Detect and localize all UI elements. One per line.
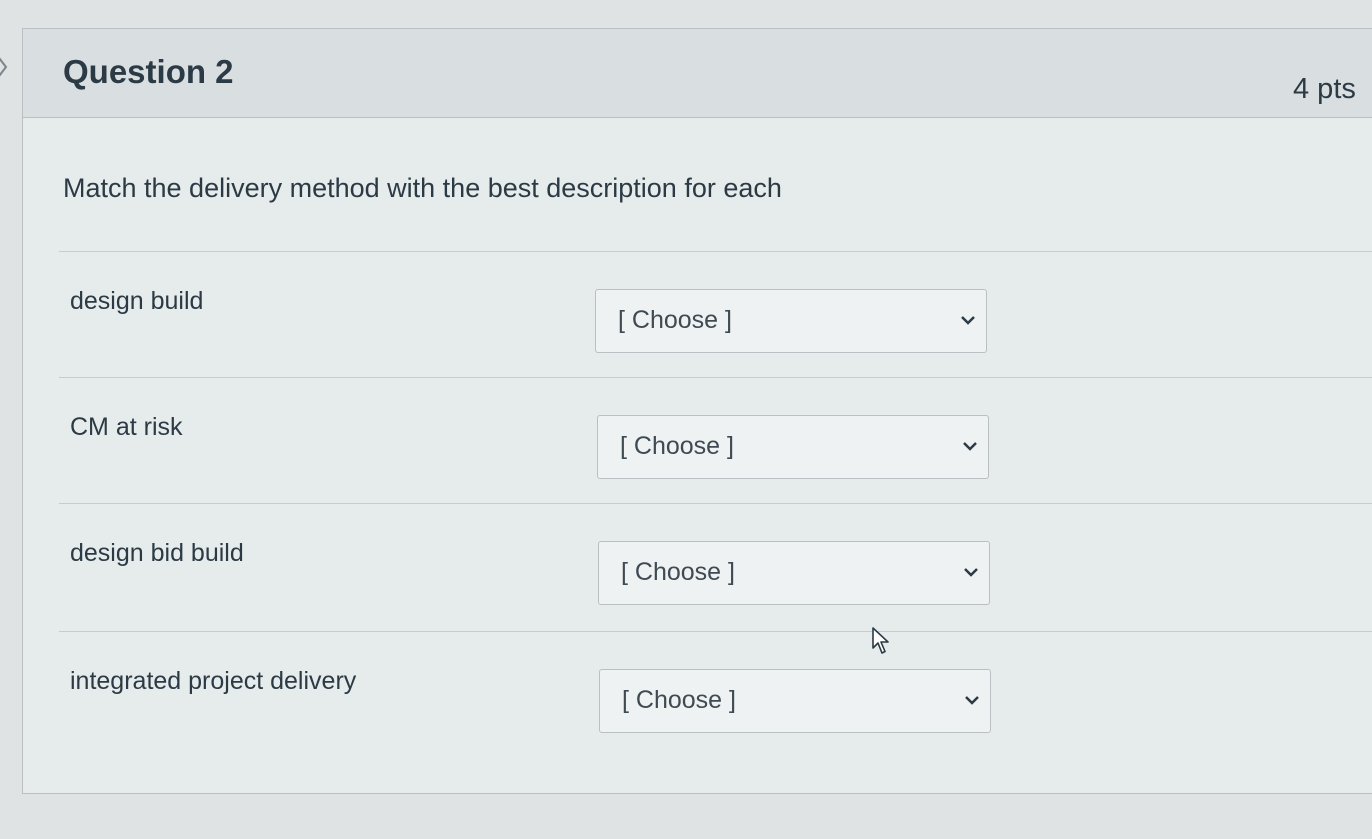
question-points: 4 pts <box>1293 73 1356 105</box>
match-row: design build [ Choose ] <box>23 287 1372 411</box>
question-header: Question 2 4 pts <box>23 29 1372 118</box>
match-row: integrated project delivery [ Choose ] <box>23 667 1372 791</box>
select-value: [ Choose ] <box>618 306 732 334</box>
chevron-down-icon <box>964 568 978 577</box>
chevron-right-icon <box>0 57 8 77</box>
match-select-design-bid-build[interactable]: [ Choose ] <box>598 541 990 605</box>
match-label: design build <box>70 287 204 315</box>
match-select-design-build[interactable]: [ Choose ] <box>595 289 987 353</box>
divider <box>59 377 1372 378</box>
divider <box>59 503 1372 504</box>
match-label: design bid build <box>70 539 244 567</box>
divider <box>59 631 1372 632</box>
mouse-cursor-icon <box>872 627 889 654</box>
question-card: Question 2 4 pts Match the delivery meth… <box>22 28 1372 794</box>
match-select-cm-at-risk[interactable]: [ Choose ] <box>597 415 989 479</box>
match-select-integrated-project-delivery[interactable]: [ Choose ] <box>599 669 991 733</box>
question-title: Question 2 <box>63 53 234 90</box>
chevron-down-icon <box>961 316 975 325</box>
match-row: CM at risk [ Choose ] <box>23 413 1372 537</box>
question-prompt: Match the delivery method with the best … <box>63 173 782 203</box>
chevron-down-icon <box>963 442 977 451</box>
match-label: CM at risk <box>70 413 183 441</box>
chevron-down-icon <box>965 696 979 705</box>
match-row: design bid build [ Choose ] <box>23 539 1372 663</box>
match-label: integrated project delivery <box>70 667 357 695</box>
select-value: [ Choose ] <box>621 558 735 586</box>
divider <box>59 251 1372 252</box>
select-value: [ Choose ] <box>620 432 734 460</box>
select-value: [ Choose ] <box>622 686 736 714</box>
